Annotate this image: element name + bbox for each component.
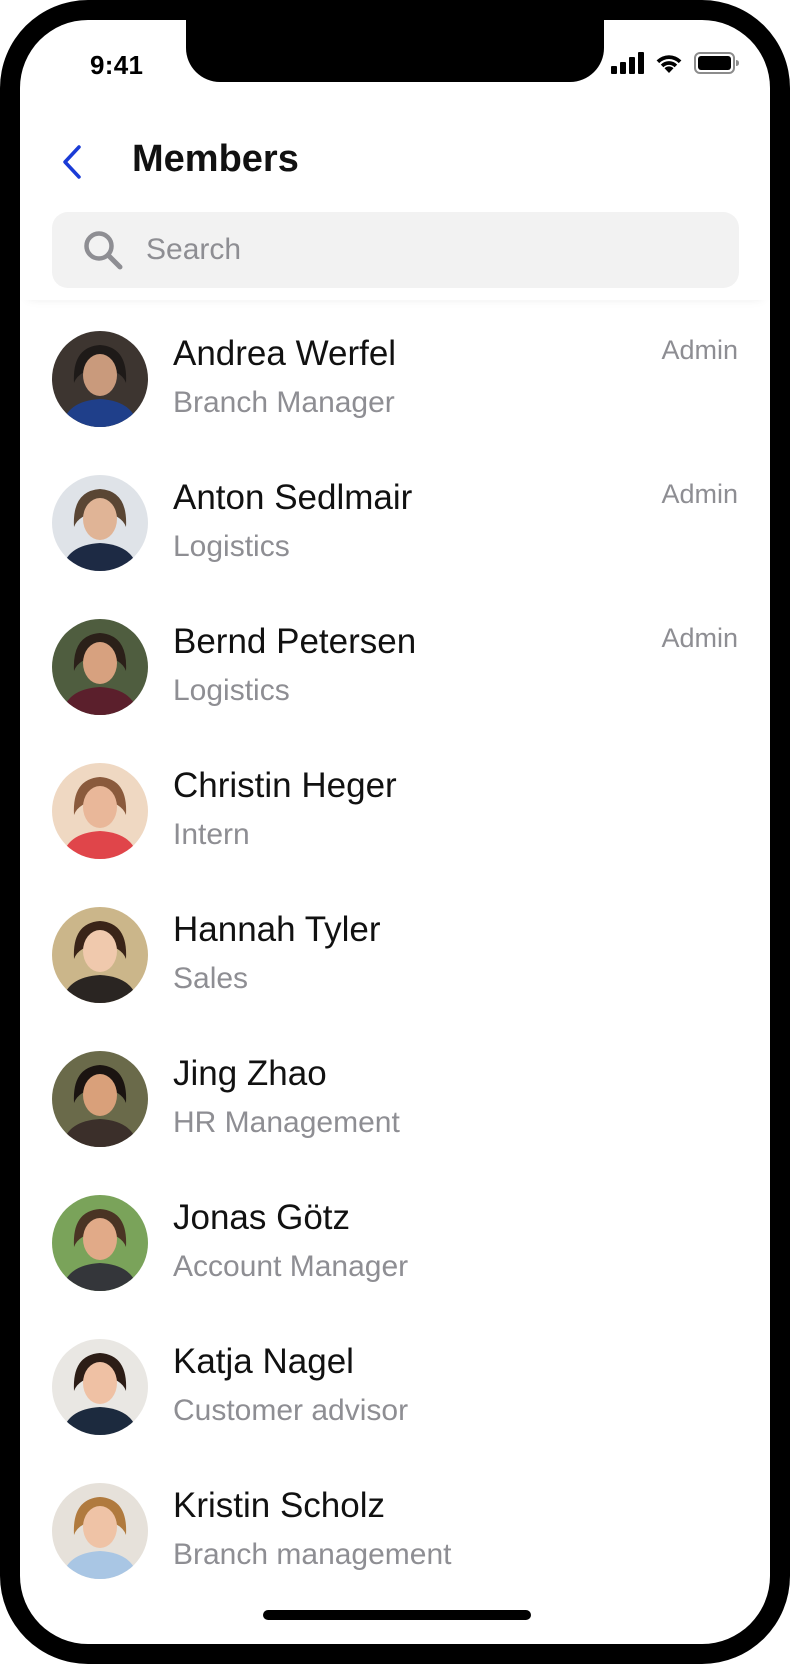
avatar [52,1483,148,1579]
member-list-item[interactable]: Katja Nagel Customer advisor [20,1308,770,1452]
member-list-item[interactable]: Bernd Petersen Logistics Admin [20,588,770,732]
avatar [52,1339,148,1435]
member-name: Jing Zhao [173,1054,327,1093]
wifi-icon [654,52,684,74]
device-notch [186,20,604,82]
home-indicator[interactable] [263,1610,531,1620]
avatar [52,1051,148,1147]
header: Members [20,110,770,300]
member-name: Kristin Scholz [173,1486,386,1525]
member-name: Hannah Tyler [173,910,381,949]
member-list: Andrea Werfel Branch Manager Admin Anton… [20,300,770,1596]
screen: 9:41 Members Search Andrea Werfel Branch… [20,20,770,1644]
chevron-left-icon [63,145,81,179]
avatar [52,619,148,715]
avatar [52,475,148,571]
member-list-item[interactable]: Jonas Götz Account Manager [20,1164,770,1308]
member-list-item[interactable]: Christin Heger Intern [20,732,770,876]
member-role: Sales [173,962,249,995]
member-name: Andrea Werfel [173,334,397,373]
member-role: Branch Manager [173,386,395,419]
avatar [52,763,148,859]
member-list-item[interactable]: Jing Zhao HR Management [20,1020,770,1164]
member-name: Anton Sedlmair [173,478,413,517]
member-badge: Admin [661,479,738,509]
member-list-item[interactable]: Kristin Scholz Branch management [20,1452,770,1596]
member-list-item[interactable]: Andrea Werfel Branch Manager Admin [20,300,770,444]
member-name: Katja Nagel [173,1342,354,1381]
member-badge: Admin [661,623,738,653]
member-list-item[interactable]: Hannah Tyler Sales [20,876,770,1020]
member-role: Logistics [173,674,290,707]
search-bar[interactable] [52,212,739,288]
phone-frame: 9:41 Members Search Andrea Werfel Branch… [0,0,790,1664]
back-button[interactable] [52,140,92,184]
member-name: Jonas Götz [173,1198,351,1237]
status-time: 9:41 [90,50,144,80]
member-role: HR Management [173,1106,400,1139]
member-role: Branch management [173,1538,452,1571]
member-badge: Admin [661,335,738,365]
battery-icon [694,52,740,74]
avatar [52,907,148,1003]
member-name: Bernd Petersen [173,622,417,661]
member-name: Christin Heger [173,766,397,805]
search-icon [80,227,126,273]
member-role: Logistics [173,530,290,563]
member-role: Account Manager [173,1250,409,1283]
page-title: Members [132,138,299,180]
avatar [52,331,148,427]
member-role: Customer advisor [173,1394,409,1427]
avatar [52,1195,148,1291]
member-list-item[interactable]: Anton Sedlmair Logistics Admin [20,444,770,588]
search-input[interactable] [144,232,708,268]
status-icons [611,52,740,74]
cellular-signal-icon [611,52,644,74]
member-role: Intern [173,818,250,851]
